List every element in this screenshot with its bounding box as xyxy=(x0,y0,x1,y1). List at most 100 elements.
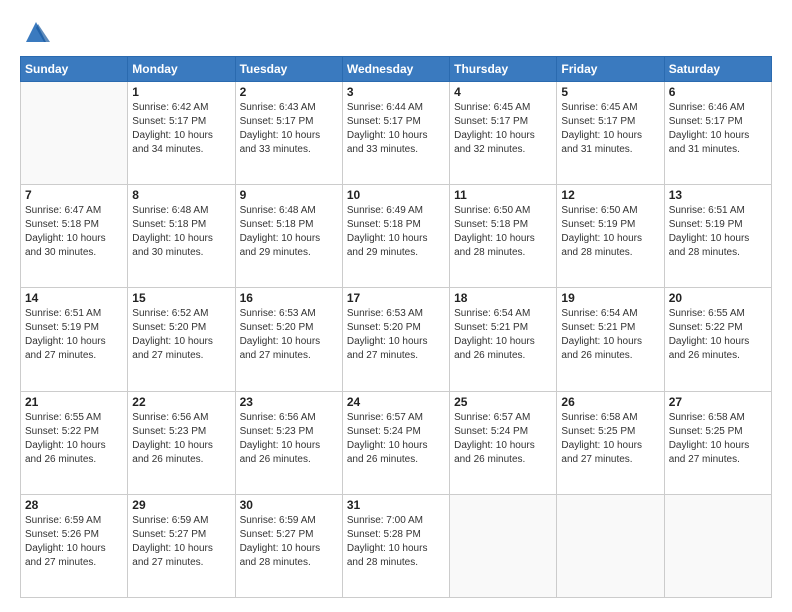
calendar-cell: 3 Sunrise: 6:44 AMSunset: 5:17 PMDaylight… xyxy=(342,82,449,185)
calendar-header-row: SundayMondayTuesdayWednesdayThursdayFrid… xyxy=(21,57,772,82)
cell-sun-info: Sunrise: 6:56 AMSunset: 5:23 PMDaylight:… xyxy=(240,411,338,467)
cell-date-number: 14 xyxy=(25,291,123,305)
cell-date-number: 9 xyxy=(240,188,338,202)
calendar-cell: 28Sunrise: 6:59 AMSunset: 5:26 PMDayligh… xyxy=(21,494,128,597)
cell-date-number: 26 xyxy=(561,395,659,409)
cell-date-number: 6 xyxy=(669,85,767,99)
calendar-cell: 5Sunrise: 6:45 AMSunset: 5:17 PMDaylight… xyxy=(557,82,664,185)
cell-sun-info: Sunrise: 6:48 AMSunset: 5:18 PMDaylight:… xyxy=(240,204,338,260)
cell-sun-info: Sunrise: 6:55 AMSunset: 5:22 PMDaylight:… xyxy=(669,307,767,363)
calendar-cell: 11 Sunrise: 6:50 AMSunset: 5:18 PMDayligh… xyxy=(450,185,557,288)
cell-sun-info: Sunrise: 6:58 AMSunset: 5:25 PMDaylight:… xyxy=(669,411,767,467)
cell-sun-info: Sunrise: 6:45 AMSunset: 5:17 PMDaylight:… xyxy=(454,101,552,157)
weekday-header-monday: Monday xyxy=(128,57,235,82)
cell-sun-info: Sunrise: 6:48 AMSunset: 5:18 PMDaylight:… xyxy=(132,204,230,260)
cell-date-number: 25 xyxy=(454,395,552,409)
calendar-cell: 25 Sunrise: 6:57 AMSunset: 5:24 PMDayligh… xyxy=(450,391,557,494)
calendar-cell: 10Sunrise: 6:49 AMSunset: 5:18 PMDayligh… xyxy=(342,185,449,288)
cell-date-number: 24 xyxy=(347,395,445,409)
calendar-cell xyxy=(664,494,771,597)
logo-icon xyxy=(22,18,50,46)
calendar-cell: 1 Sunrise: 6:42 AMSunset: 5:17 PMDaylight… xyxy=(128,82,235,185)
cell-date-number: 20 xyxy=(669,291,767,305)
weekday-header-tuesday: Tuesday xyxy=(235,57,342,82)
cell-date-number: 4 xyxy=(454,85,552,99)
calendar-cell: 22 Sunrise: 6:56 AMSunset: 5:23 PMDayligh… xyxy=(128,391,235,494)
cell-sun-info: Sunrise: 6:59 AMSunset: 5:27 PMDaylight:… xyxy=(132,514,230,570)
cell-sun-info: Sunrise: 6:50 AMSunset: 5:18 PMDaylight:… xyxy=(454,204,552,260)
cell-sun-info: Sunrise: 6:49 AMSunset: 5:18 PMDaylight:… xyxy=(347,204,445,260)
cell-sun-info: Sunrise: 6:47 AMSunset: 5:18 PMDaylight:… xyxy=(25,204,123,260)
cell-date-number: 18 xyxy=(454,291,552,305)
cell-sun-info: Sunrise: 6:56 AMSunset: 5:23 PMDaylight:… xyxy=(132,411,230,467)
cell-date-number: 21 xyxy=(25,395,123,409)
calendar-cell: 19 Sunrise: 6:54 AMSunset: 5:21 PMDayligh… xyxy=(557,288,664,391)
cell-sun-info: Sunrise: 6:45 AMSunset: 5:17 PMDaylight:… xyxy=(561,101,659,157)
cell-sun-info: Sunrise: 7:00 AMSunset: 5:28 PMDaylight:… xyxy=(347,514,445,570)
cell-date-number: 15 xyxy=(132,291,230,305)
calendar-cell: 7 Sunrise: 6:47 AMSunset: 5:18 PMDaylight… xyxy=(21,185,128,288)
calendar-cell xyxy=(450,494,557,597)
cell-sun-info: Sunrise: 6:53 AMSunset: 5:20 PMDaylight:… xyxy=(347,307,445,363)
calendar-table: SundayMondayTuesdayWednesdayThursdayFrid… xyxy=(20,56,772,598)
weekday-header-sunday: Sunday xyxy=(21,57,128,82)
calendar-cell: 13 Sunrise: 6:51 AMSunset: 5:19 PMDayligh… xyxy=(664,185,771,288)
cell-sun-info: Sunrise: 6:54 AMSunset: 5:21 PMDaylight:… xyxy=(454,307,552,363)
cell-sun-info: Sunrise: 6:53 AMSunset: 5:20 PMDaylight:… xyxy=(240,307,338,363)
cell-date-number: 7 xyxy=(25,188,123,202)
cell-sun-info: Sunrise: 6:46 AMSunset: 5:17 PMDaylight:… xyxy=(669,101,767,157)
cell-date-number: 28 xyxy=(25,498,123,512)
calendar-week-row: 28Sunrise: 6:59 AMSunset: 5:26 PMDayligh… xyxy=(21,494,772,597)
cell-sun-info: Sunrise: 6:44 AMSunset: 5:17 PMDaylight:… xyxy=(347,101,445,157)
cell-date-number: 11 xyxy=(454,188,552,202)
cell-sun-info: Sunrise: 6:59 AMSunset: 5:27 PMDaylight:… xyxy=(240,514,338,570)
weekday-header-friday: Friday xyxy=(557,57,664,82)
header xyxy=(20,18,772,46)
calendar-cell: 12Sunrise: 6:50 AMSunset: 5:19 PMDayligh… xyxy=(557,185,664,288)
calendar-cell: 31Sunrise: 7:00 AMSunset: 5:28 PMDayligh… xyxy=(342,494,449,597)
cell-date-number: 17 xyxy=(347,291,445,305)
cell-sun-info: Sunrise: 6:43 AMSunset: 5:17 PMDaylight:… xyxy=(240,101,338,157)
weekday-header-thursday: Thursday xyxy=(450,57,557,82)
calendar-cell: 18 Sunrise: 6:54 AMSunset: 5:21 PMDayligh… xyxy=(450,288,557,391)
calendar-cell: 20 Sunrise: 6:55 AMSunset: 5:22 PMDayligh… xyxy=(664,288,771,391)
cell-sun-info: Sunrise: 6:42 AMSunset: 5:17 PMDaylight:… xyxy=(132,101,230,157)
cell-sun-info: Sunrise: 6:55 AMSunset: 5:22 PMDaylight:… xyxy=(25,411,123,467)
cell-sun-info: Sunrise: 6:57 AMSunset: 5:24 PMDaylight:… xyxy=(454,411,552,467)
cell-date-number: 30 xyxy=(240,498,338,512)
calendar-cell: 9 Sunrise: 6:48 AMSunset: 5:18 PMDaylight… xyxy=(235,185,342,288)
cell-sun-info: Sunrise: 6:51 AMSunset: 5:19 PMDaylight:… xyxy=(669,204,767,260)
cell-date-number: 22 xyxy=(132,395,230,409)
calendar-cell: 23Sunrise: 6:56 AMSunset: 5:23 PMDayligh… xyxy=(235,391,342,494)
calendar-week-row: 14 Sunrise: 6:51 AMSunset: 5:19 PMDayligh… xyxy=(21,288,772,391)
calendar-cell: 6 Sunrise: 6:46 AMSunset: 5:17 PMDaylight… xyxy=(664,82,771,185)
cell-sun-info: Sunrise: 6:57 AMSunset: 5:24 PMDaylight:… xyxy=(347,411,445,467)
cell-date-number: 8 xyxy=(132,188,230,202)
calendar-cell: 8 Sunrise: 6:48 AMSunset: 5:18 PMDaylight… xyxy=(128,185,235,288)
calendar-cell: 16 Sunrise: 6:53 AMSunset: 5:20 PMDayligh… xyxy=(235,288,342,391)
calendar-week-row: 21 Sunrise: 6:55 AMSunset: 5:22 PMDayligh… xyxy=(21,391,772,494)
cell-date-number: 13 xyxy=(669,188,767,202)
calendar-cell: 24 Sunrise: 6:57 AMSunset: 5:24 PMDayligh… xyxy=(342,391,449,494)
cell-date-number: 19 xyxy=(561,291,659,305)
cell-date-number: 1 xyxy=(132,85,230,99)
calendar-cell: 14 Sunrise: 6:51 AMSunset: 5:19 PMDayligh… xyxy=(21,288,128,391)
calendar-cell: 21 Sunrise: 6:55 AMSunset: 5:22 PMDayligh… xyxy=(21,391,128,494)
calendar-cell: 4 Sunrise: 6:45 AMSunset: 5:17 PMDaylight… xyxy=(450,82,557,185)
weekday-header-wednesday: Wednesday xyxy=(342,57,449,82)
page: SundayMondayTuesdayWednesdayThursdayFrid… xyxy=(0,0,792,612)
cell-sun-info: Sunrise: 6:52 AMSunset: 5:20 PMDaylight:… xyxy=(132,307,230,363)
calendar-week-row: 1 Sunrise: 6:42 AMSunset: 5:17 PMDaylight… xyxy=(21,82,772,185)
cell-sun-info: Sunrise: 6:58 AMSunset: 5:25 PMDaylight:… xyxy=(561,411,659,467)
cell-date-number: 16 xyxy=(240,291,338,305)
weekday-header-saturday: Saturday xyxy=(664,57,771,82)
cell-sun-info: Sunrise: 6:54 AMSunset: 5:21 PMDaylight:… xyxy=(561,307,659,363)
calendar-cell xyxy=(557,494,664,597)
calendar-week-row: 7 Sunrise: 6:47 AMSunset: 5:18 PMDaylight… xyxy=(21,185,772,288)
cell-sun-info: Sunrise: 6:51 AMSunset: 5:19 PMDaylight:… xyxy=(25,307,123,363)
cell-date-number: 2 xyxy=(240,85,338,99)
cell-date-number: 3 xyxy=(347,85,445,99)
calendar-cell: 17 Sunrise: 6:53 AMSunset: 5:20 PMDayligh… xyxy=(342,288,449,391)
calendar-cell: 27 Sunrise: 6:58 AMSunset: 5:25 PMDayligh… xyxy=(664,391,771,494)
cell-date-number: 27 xyxy=(669,395,767,409)
